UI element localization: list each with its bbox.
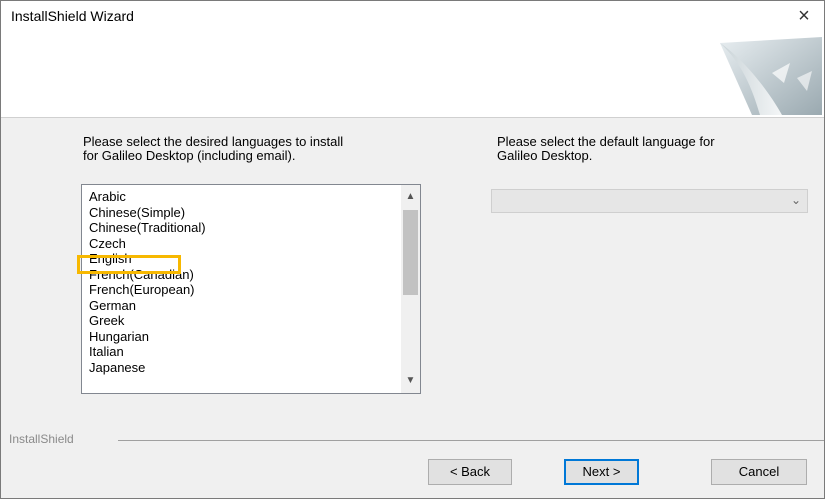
language-item[interactable]: Arabic (89, 189, 206, 205)
listbox-scrollbar[interactable]: ▲ ▼ (401, 185, 420, 393)
default-language-instruction-line2: Galileo Desktop. (497, 148, 593, 163)
default-language-instruction: Please select the default language for G… (497, 135, 715, 163)
language-item[interactable]: Italian (89, 344, 206, 360)
language-item[interactable]: French(European) (89, 282, 206, 298)
language-item[interactable]: Czech (89, 236, 206, 252)
installer-window: InstallShield Wizard × Please select the… (0, 0, 825, 499)
language-item[interactable]: Chinese(Traditional) (89, 220, 206, 236)
languages-listbox[interactable]: Arabic Chinese(Simple) Chinese(Traditional… (81, 184, 421, 394)
cancel-button[interactable]: Cancel (711, 459, 807, 485)
installshield-footer-label: InstallShield (9, 432, 74, 446)
language-item[interactable]: German (89, 298, 206, 314)
window-title: InstallShield Wizard (11, 8, 134, 24)
scroll-down-icon[interactable]: ▼ (401, 372, 420, 390)
languages-instruction-line2: for Galileo Desktop (including email). (83, 148, 296, 163)
english-highlight-box (77, 255, 181, 274)
language-item[interactable]: Greek (89, 313, 206, 329)
chevron-down-icon[interactable]: ⌄ (791, 193, 801, 207)
back-button[interactable]: < Back (428, 459, 512, 485)
language-item[interactable]: Japanese (89, 360, 206, 376)
installshield-logo-icon (720, 37, 822, 115)
language-item[interactable]: Chinese(Simple) (89, 205, 206, 221)
footer-divider (118, 440, 824, 441)
default-language-select[interactable]: ⌄ (491, 189, 808, 213)
languages-instruction-line1: Please select the desired languages to i… (83, 134, 344, 149)
default-language-instruction-line1: Please select the default language for (497, 134, 715, 149)
title-bar: InstallShield Wizard × (1, 1, 824, 31)
languages-list: Arabic Chinese(Simple) Chinese(Traditional… (89, 189, 206, 375)
scrollbar-thumb[interactable] (403, 210, 418, 295)
language-item[interactable]: Hungarian (89, 329, 206, 345)
close-icon[interactable]: × (790, 3, 818, 29)
header-banner (1, 31, 824, 118)
scroll-up-icon[interactable]: ▲ (401, 188, 420, 206)
languages-instruction: Please select the desired languages to i… (83, 135, 343, 163)
next-button[interactable]: Next > (564, 459, 639, 485)
